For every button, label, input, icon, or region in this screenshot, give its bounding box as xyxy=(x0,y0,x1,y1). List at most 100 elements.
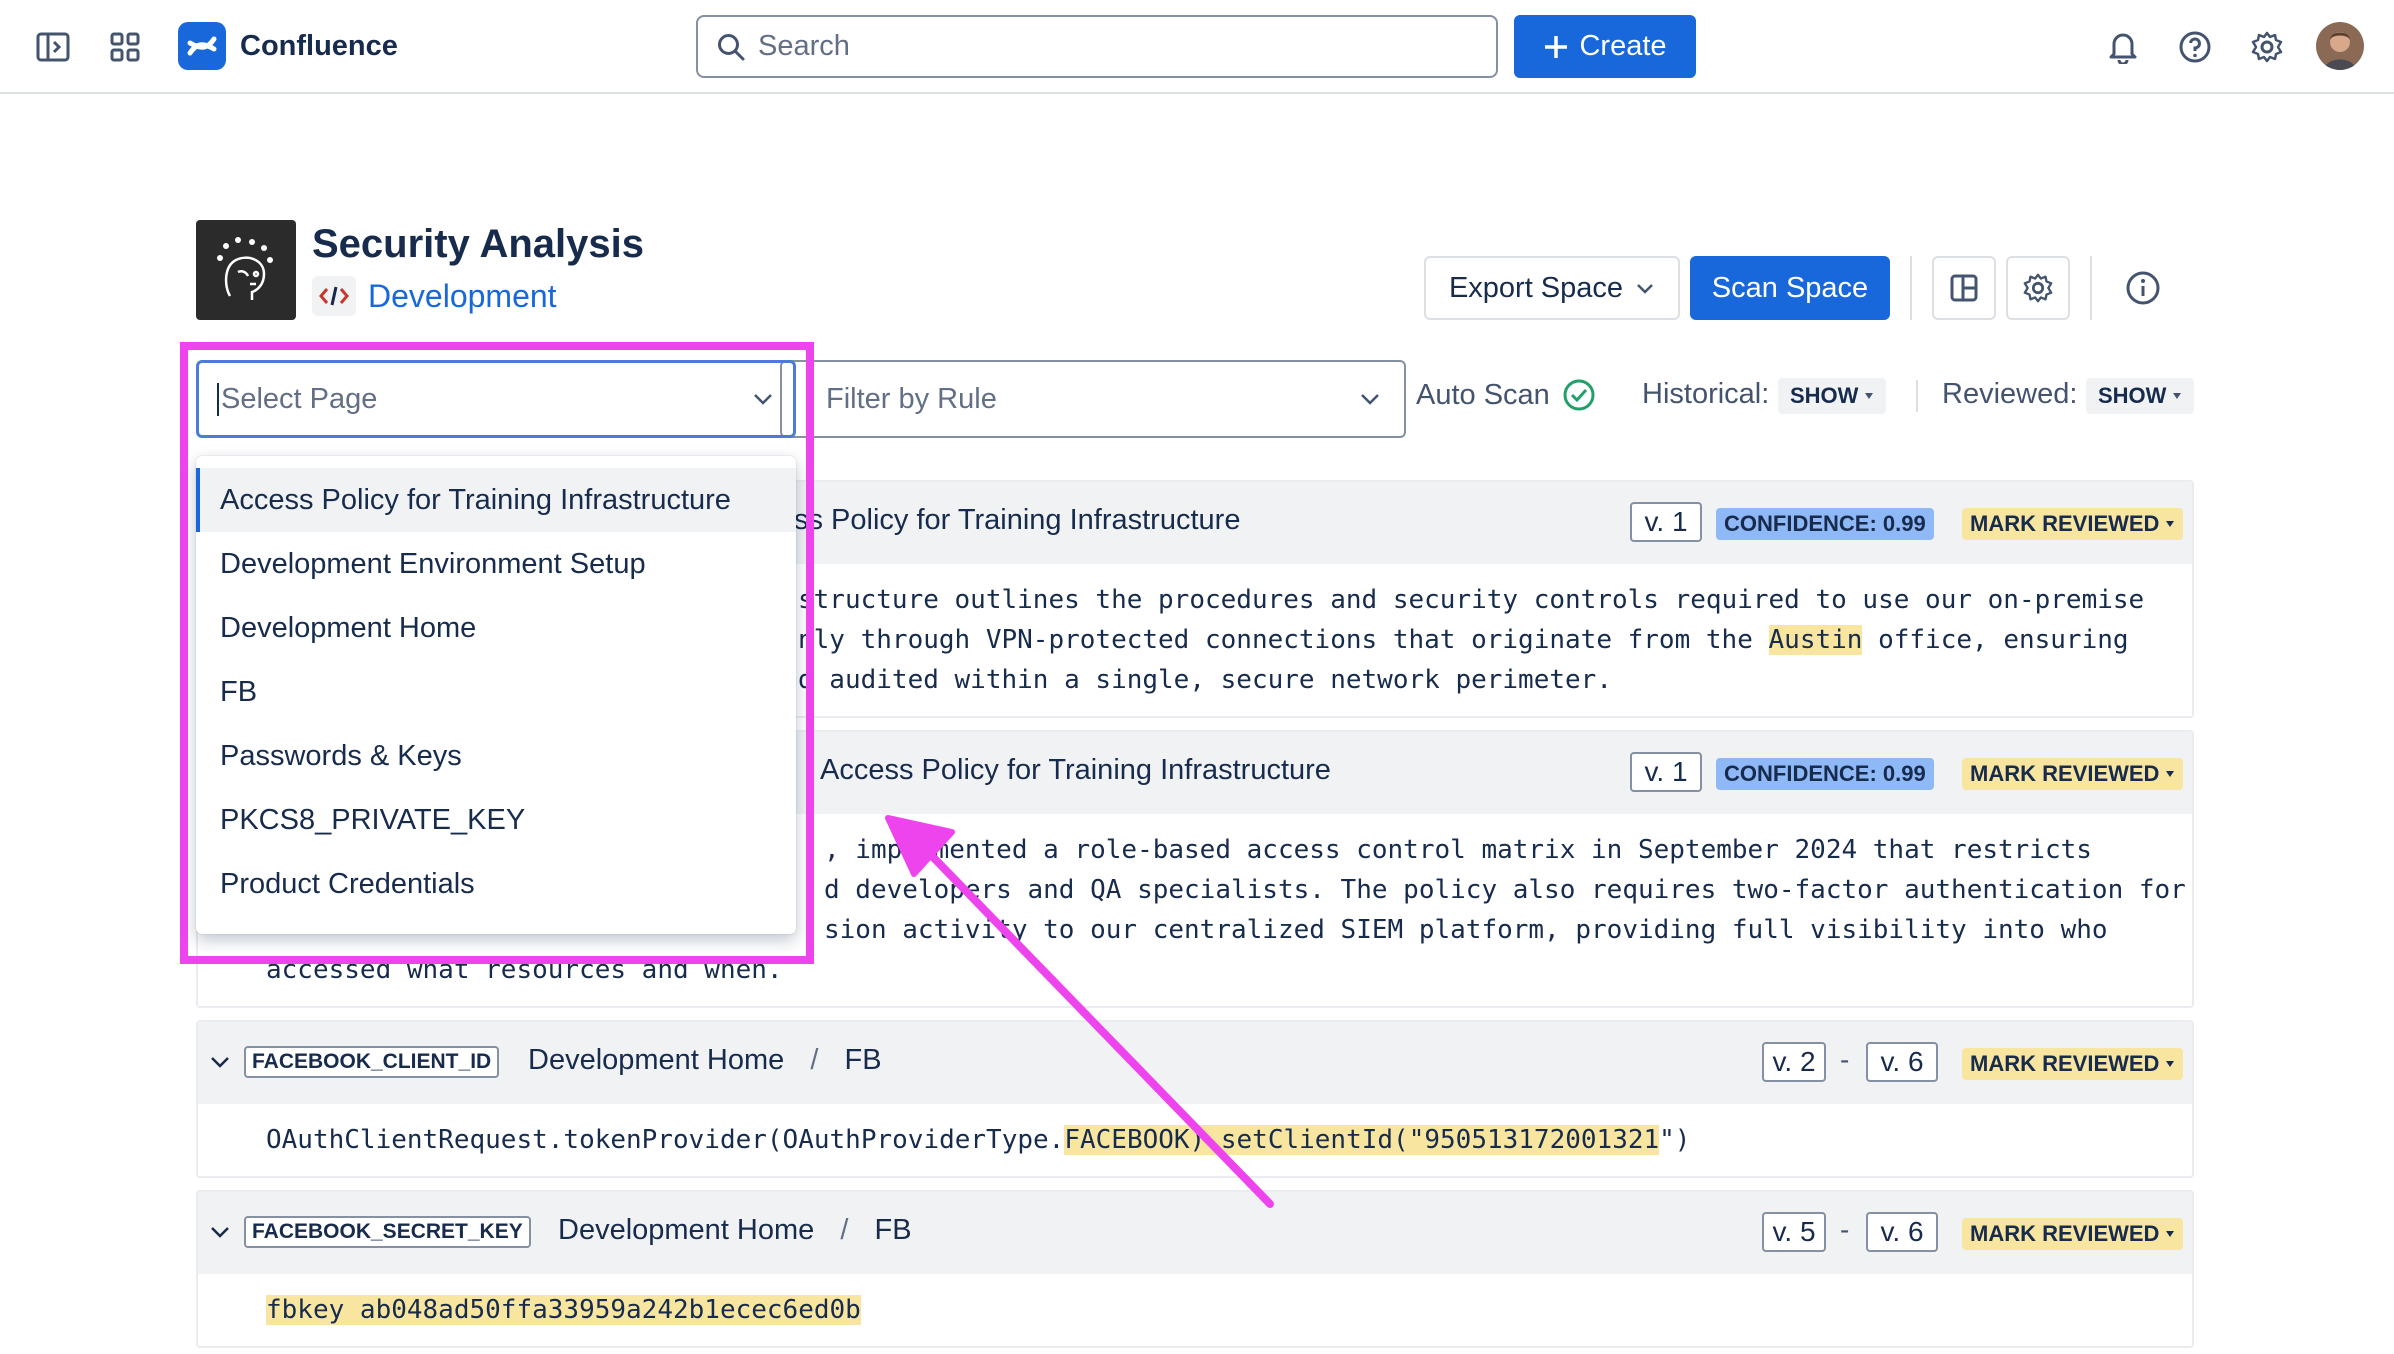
breadcrumb[interactable]: Development Home / FB xyxy=(558,1214,912,1247)
mark-reviewed-label: MARK REVIEWED xyxy=(1970,761,2160,786)
auto-scan-toggle[interactable]: Auto Scan xyxy=(1416,378,1596,412)
chevron-down-icon[interactable] xyxy=(208,1220,232,1244)
create-button[interactable]: Create xyxy=(1514,15,1696,78)
code-line: sion activity to our centralized SIEM pl… xyxy=(824,915,2108,945)
version-badge[interactable]: v. 1 xyxy=(1630,752,1702,792)
annotation-highlight-box xyxy=(180,342,814,964)
rule-tag: FACEBOOK_SECRET_KEY xyxy=(244,1216,531,1248)
mark-reviewed-button[interactable]: MARK REVIEWED xyxy=(1962,1048,2184,1080)
breadcrumb-separator: / xyxy=(840,1214,849,1246)
layout-button[interactable] xyxy=(1932,256,1996,320)
confluence-logo-icon xyxy=(178,22,226,70)
version-to-badge[interactable]: v. 6 xyxy=(1866,1212,1938,1252)
divider xyxy=(1916,380,1918,412)
finding-code: fbkey ab048ad50ffa33959a242b1ecec6ed0b xyxy=(266,1290,861,1330)
export-space-button[interactable]: Export Space xyxy=(1424,256,1680,320)
scan-space-button[interactable]: Scan Space xyxy=(1690,256,1890,320)
space-category[interactable]: Development xyxy=(312,276,557,316)
finding-title[interactable]: Access Policy for Training Infrastructur… xyxy=(820,754,1331,787)
app-name: Confluence xyxy=(240,29,398,62)
top-navigation: Confluence Create xyxy=(0,0,2394,94)
reviewed-show-dropdown[interactable]: SHOW xyxy=(2086,378,2195,414)
code-text: office, ensuring xyxy=(1862,625,2129,655)
version-badge[interactable]: v. 1 xyxy=(1630,502,1702,542)
code-line: nly through VPN-protected connections th… xyxy=(798,620,2144,660)
version-from-badge[interactable]: v. 2 xyxy=(1762,1042,1826,1082)
check-circle-icon xyxy=(1562,378,1596,412)
filter-by-rule-select[interactable]: Filter by Rule xyxy=(780,360,1406,438)
export-space-label: Export Space xyxy=(1448,271,1624,304)
space-title: Security Analysis xyxy=(312,222,645,266)
version-to-badge[interactable]: v. 6 xyxy=(1866,1042,1938,1082)
mark-reviewed-button[interactable]: MARK REVIEWED xyxy=(1962,508,2184,540)
search-icon xyxy=(716,32,746,62)
code-text: nly through VPN-protected connections th… xyxy=(798,625,1769,655)
highlighted-match: FACEBOOK).setClientId("950513172001321 xyxy=(1064,1125,1660,1155)
code-line: d audited within a single, secure networ… xyxy=(798,665,1612,695)
search-box[interactable] xyxy=(696,15,1498,78)
chevron-down-icon xyxy=(1635,281,1655,295)
breadcrumb-separator: / xyxy=(810,1044,819,1076)
finding-body: structure outlines the procedures and se… xyxy=(798,580,2144,700)
breadcrumb-child[interactable]: FB xyxy=(874,1214,911,1246)
reviewed-value: SHOW xyxy=(2098,383,2167,408)
settings-icon[interactable] xyxy=(2244,24,2290,70)
search-input[interactable] xyxy=(756,29,1440,64)
code-line: , implemented a role-based access contro… xyxy=(824,835,2092,865)
finding-body: , implemented a role-based access contro… xyxy=(824,830,2186,950)
code-line: structure outlines the procedures and se… xyxy=(798,585,2145,615)
finding-card: FACEBOOK_SECRET_KEY Development Home / F… xyxy=(196,1190,2194,1348)
highlighted-match: fbkey ab048ad50ffa33959a242b1ecec6ed0b xyxy=(266,1295,861,1325)
caret-down-icon xyxy=(2165,770,2175,778)
breadcrumb[interactable]: Development Home / FB xyxy=(528,1044,882,1077)
chevron-down-icon xyxy=(1358,391,1382,407)
breadcrumb-page[interactable]: Development Home xyxy=(558,1214,814,1246)
version-dash: - xyxy=(1840,1214,1850,1245)
app-switcher-icon[interactable] xyxy=(102,24,148,70)
confidence-badge: CONFIDENCE: 0.99 xyxy=(1716,508,1934,540)
settings-icon xyxy=(2022,272,2054,304)
code-text: OAuthClientRequest.tokenProvider(OAuthPr… xyxy=(266,1125,1065,1155)
caret-down-icon xyxy=(2165,1230,2175,1238)
code-text: ") xyxy=(1659,1125,1691,1155)
highlighted-match: Austin xyxy=(1768,625,1863,655)
code-line: d developers and QA specialists. The pol… xyxy=(824,875,2186,905)
historical-show-dropdown[interactable]: SHOW xyxy=(1778,378,1887,414)
bell-icon[interactable] xyxy=(2100,24,2146,70)
reviewed-label: Reviewed: xyxy=(1942,378,2078,410)
chevron-down-icon[interactable] xyxy=(208,1050,232,1074)
caret-down-icon xyxy=(2165,520,2175,528)
finding-title[interactable]: ss Policy for Training Infrastructure xyxy=(794,504,1240,537)
finding-card: FACEBOOK_CLIENT_ID Development Home / FB… xyxy=(196,1020,2194,1178)
confluence-brand[interactable]: Confluence xyxy=(178,22,398,70)
space-settings-button[interactable] xyxy=(2006,256,2070,320)
code-icon xyxy=(312,276,356,316)
avatar[interactable] xyxy=(2316,22,2364,70)
plus-icon xyxy=(1543,34,1569,60)
caret-down-icon xyxy=(1864,392,1874,400)
space-logo xyxy=(196,220,296,320)
finding-code: OAuthClientRequest.tokenProvider(OAuthPr… xyxy=(266,1120,1690,1160)
mark-reviewed-button[interactable]: MARK REVIEWED xyxy=(1962,1218,2184,1250)
sidebar-toggle-icon[interactable] xyxy=(30,24,76,70)
historical-label: Historical: xyxy=(1642,378,1770,410)
caret-down-icon xyxy=(2172,392,2182,400)
mark-reviewed-label: MARK REVIEWED xyxy=(1970,1221,2160,1246)
auto-scan-label: Auto Scan xyxy=(1416,378,1550,411)
mark-reviewed-button[interactable]: MARK REVIEWED xyxy=(1962,758,2184,790)
caret-down-icon xyxy=(2165,1060,2175,1068)
help-icon[interactable] xyxy=(2172,24,2218,70)
confidence-badge: CONFIDENCE: 0.99 xyxy=(1716,758,1934,790)
historical-value: SHOW xyxy=(1790,383,1859,408)
divider xyxy=(2090,256,2092,320)
breadcrumb-page[interactable]: Development Home xyxy=(528,1044,784,1076)
info-icon[interactable] xyxy=(2120,265,2166,311)
filter-by-rule-placeholder: Filter by Rule xyxy=(826,382,997,415)
rule-tag: FACEBOOK_CLIENT_ID xyxy=(244,1046,500,1078)
divider xyxy=(1910,256,1912,320)
create-label: Create xyxy=(1579,30,1667,62)
mark-reviewed-label: MARK REVIEWED xyxy=(1970,511,2160,536)
breadcrumb-child[interactable]: FB xyxy=(844,1044,881,1076)
mark-reviewed-label: MARK REVIEWED xyxy=(1970,1051,2160,1076)
version-from-badge[interactable]: v. 5 xyxy=(1762,1212,1826,1252)
